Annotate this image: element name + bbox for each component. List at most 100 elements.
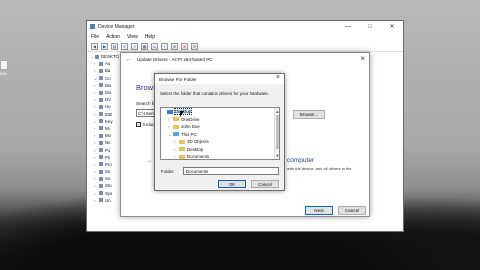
browse-close-icon[interactable]: × [276,74,280,81]
scroll-thumb[interactable] [276,115,279,149]
scan-hardware-icon[interactable]: ⟳ [191,42,198,50]
device-category-icon [99,176,103,181]
device-category-icon [99,83,103,88]
back-arrow-icon[interactable]: ← [125,56,132,63]
browse-cancel-button[interactable]: Cancel [251,180,279,188]
folder-tree-item[interactable]: ⌄ This PC [161,131,279,139]
device-tree-label: Pro [105,161,112,167]
device-list-icon[interactable]: ≡ [121,42,128,50]
help-icon[interactable]: ? [131,42,138,50]
computer-icon[interactable]: ▭ [151,42,158,50]
device-tree-label: IDE [105,111,113,117]
next-button[interactable]: Next [305,206,333,215]
device-tree-label: Mi [105,125,110,131]
folder-tree-item[interactable]: › OneDrive [161,116,279,124]
properties-icon[interactable]: ▤ [111,42,118,50]
view-icon[interactable]: ▦ [141,42,148,50]
menu-help[interactable]: Help [145,34,155,40]
device-tree-label: DESKTO [101,54,119,60]
minimize-button[interactable]: — [337,21,359,32]
folder-tree-item[interactable]: › Desktop [161,146,279,154]
device-tree-label: Sto [105,183,112,189]
search-label: Search fo [136,101,156,106]
device-tree-label: Sys [105,190,113,196]
dialog-close-icon[interactable]: × [360,54,365,63]
device-category-icon [99,76,103,81]
device-tree-label: DV [105,97,112,103]
device-category-icon [99,183,103,188]
folder-icon [179,139,185,144]
folder-tree-label: This PC [181,131,197,137]
device-tree-label: Po [105,147,111,153]
folder-tree-label: Desktop [187,146,204,152]
device-category-icon [99,112,103,117]
device-tree-label: Co [105,75,111,81]
folder-tree-item[interactable]: › 3D Objects [161,138,279,146]
device-category-icon [99,119,103,124]
path-input[interactable]: C:\Users [136,109,156,117]
browse-instruction: Select the folder that contains drivers … [160,91,270,96]
include-subfolders-checkbox[interactable]: ✓ [136,122,141,127]
menu-action[interactable]: Action [106,34,120,40]
update-driver-icon[interactable]: ↑ [161,42,168,50]
menu-file[interactable]: File [91,34,99,40]
folder-icon [173,132,179,137]
device-category-icon [99,104,103,109]
desktop-file-icon[interactable] [0,60,8,70]
device-tree-label: Key [105,118,113,124]
device-tree-label: So [105,176,111,182]
pick-description: with the device, and all drivers in the [287,166,352,171]
browse-for-folder-title: Browse For Folder [155,74,284,84]
folder-tree-label: 3D Objects [187,139,209,145]
device-category-icon [99,61,103,66]
close-button[interactable]: ✕ [381,21,403,32]
scroll-up-icon[interactable]: ▲ [275,109,279,114]
wizard-cancel-button[interactable]: Cancel [338,206,366,215]
folder-icon [173,124,179,129]
folder-tree-item[interactable]: › Documents [161,153,279,159]
device-manager-icon [90,24,95,29]
folder-tree-label: John Doe [181,124,200,130]
folder-icon [179,147,185,152]
browse-for-folder-dialog: Browse For Folder × Select the folder th… [154,73,285,191]
back-icon[interactable]: ◀ [91,42,98,50]
device-tree-label: Un [105,197,111,203]
window-title: Device Manager [98,23,135,30]
device-category-icon [99,169,103,174]
uninstall-icon[interactable]: ✕ [181,42,188,50]
device-category-icon [99,191,103,196]
disable-icon[interactable]: ⊘ [171,42,178,50]
desktop-icon-label: 000 [0,71,7,76]
device-tree-label: Pri [105,154,111,160]
folder-icon [173,117,179,122]
device-category-icon [99,140,103,145]
device-category-icon [99,162,103,167]
device-tree-label: Dis [105,82,112,88]
folder-tree-label: OneDrive [181,116,200,122]
folder-tree[interactable]: Desktop › OneDrive › John Doe ⌄ This PC › 3D Obj… [160,107,280,160]
device-category-icon [99,97,103,102]
device-tree-label: Ba [105,68,111,74]
menu-view[interactable]: View [127,34,138,40]
folder-tree-scrollbar[interactable]: ▲ ▼ [274,108,279,159]
toolbar: ◀ ▶ ▤ ≡ ? ▦ ▭ ↑ ⊘ ✕ ⟳ [87,41,403,52]
device-tree-label: So [105,169,111,175]
device-tree-label: Au [105,61,111,67]
device-category-icon [99,198,103,203]
device-category-icon [99,133,103,138]
scroll-down-icon[interactable]: ▼ [275,153,279,158]
forward-icon[interactable]: ▶ [101,42,108,50]
ok-button[interactable]: OK [218,180,246,188]
device-category-icon [99,90,103,95]
folder-tree-item[interactable]: Desktop [161,108,279,116]
maximize-button[interactable]: □ [359,21,381,32]
folder-input[interactable]: Documents [183,167,279,175]
device-tree-label: Hu [105,104,111,110]
folder-label: Folder: [161,169,175,174]
device-category-icon [99,68,103,73]
folder-tree-item[interactable]: › John Doe [161,123,279,131]
pick-from-list-link[interactable]: computer [287,157,314,164]
device-tree-label: Ne [105,140,111,146]
device-tree-label: Dis [105,90,112,96]
browse-button[interactable]: Browse... [293,110,325,119]
